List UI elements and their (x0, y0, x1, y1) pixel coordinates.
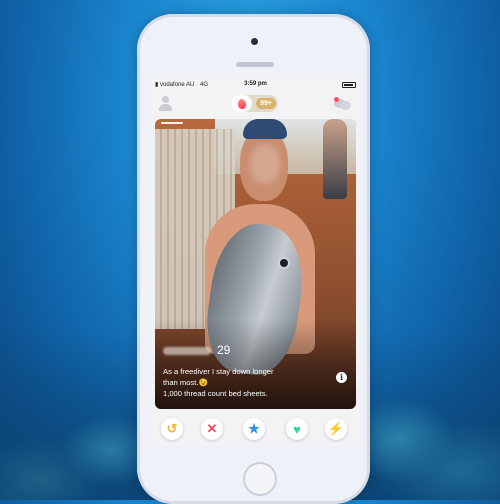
heart-icon: ♥ (293, 421, 301, 437)
bio-line: 1,000 thread count bed sheets. (163, 389, 268, 398)
status-time: 3:59 pm (244, 81, 267, 87)
blurred-face (250, 144, 280, 184)
flame-icon (236, 97, 247, 110)
info-icon[interactable]: i (336, 372, 347, 383)
bio-line: As a freediver I stay down longer (163, 367, 274, 376)
super-like-button[interactable]: ★ (243, 418, 265, 440)
chat-icon[interactable] (334, 97, 352, 111)
earpiece-speaker (236, 62, 274, 67)
front-camera (251, 38, 258, 45)
app-screen: ▮ vodafone AU 4G 3:59 pm 99+ 29 As a fre… (151, 78, 360, 446)
profile-card[interactable]: 29 As a freediver I stay down longer tha… (155, 119, 356, 409)
profile-age: 29 (217, 343, 231, 357)
like-button[interactable]: ♥ (286, 418, 308, 440)
likes-toggle[interactable]: 99+ (231, 95, 278, 112)
boost-button[interactable]: ⚡ (325, 418, 347, 440)
phone-frame: ▮ vodafone AU 4G 3:59 pm 99+ 29 As a fre… (137, 14, 370, 504)
action-bar: ↺ ✕ ★ ♥ ⚡ (151, 418, 360, 444)
rewind-button[interactable]: ↺ (161, 418, 183, 440)
notification-dot (334, 97, 339, 102)
star-icon: ★ (248, 421, 260, 436)
profile-bio: As a freediver I stay down longer than m… (163, 366, 328, 399)
rewind-icon: ↺ (166, 421, 178, 436)
top-navigation: 99+ (151, 92, 360, 116)
likes-count-badge: 99+ (256, 98, 276, 109)
bio-line: than most.😉 (163, 378, 208, 387)
bolt-icon: ⚡ (327, 421, 345, 436)
name-age-row: 29 (163, 343, 230, 357)
blurred-name (163, 347, 211, 355)
photo-cap (243, 119, 287, 139)
close-icon: ✕ (206, 421, 218, 436)
status-bar: ▮ vodafone AU 4G 3:59 pm (155, 81, 356, 91)
photo-background-person (323, 119, 347, 199)
nope-button[interactable]: ✕ (201, 418, 223, 440)
battery-icon (342, 82, 356, 88)
flame-button[interactable] (231, 95, 252, 112)
photo-progress-indicator (161, 122, 183, 124)
photo-fish-eye (280, 259, 288, 267)
home-button[interactable] (243, 462, 277, 496)
person-icon[interactable] (158, 96, 172, 112)
